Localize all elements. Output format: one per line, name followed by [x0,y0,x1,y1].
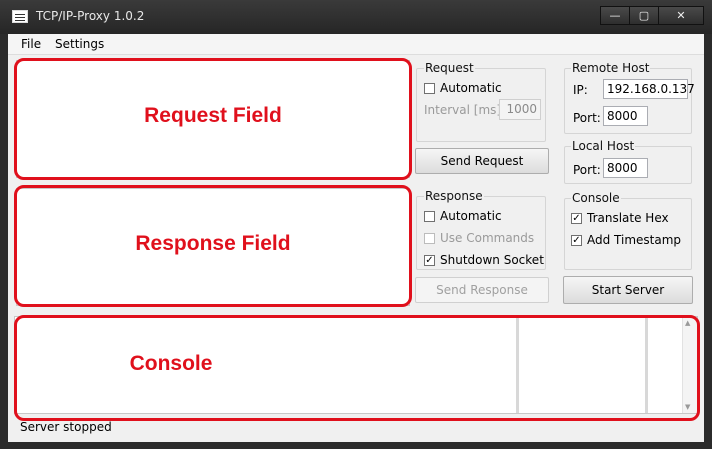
status-text: Server stopped [20,420,112,434]
checkbox-label: Translate Hex [587,211,669,225]
app-window: TCP/IP-Proxy 1.0.2 — ▢ ✕ File Settings R… [0,0,712,449]
checkbox-box [424,232,435,244]
interval-label: Interval [ms]: [424,103,505,117]
title-bar[interactable]: TCP/IP-Proxy 1.0.2 — ▢ ✕ [0,0,712,34]
checkbox-label: Shutdown Socket [440,253,544,267]
remote-port-label: Port: [573,111,601,125]
response-field-annotation: Response Field [135,232,291,255]
minimize-icon[interactable]: — [600,6,630,25]
close-icon[interactable]: ✕ [658,6,704,25]
checkbox-label: Use Commands [440,231,535,245]
ip-input[interactable]: 192.168.0.137 [603,79,695,99]
checkbox-label: Automatic [440,209,502,223]
checkbox-box [424,82,435,94]
console-annotation-text: Console [129,352,213,375]
checkbox-label: Add Timestamp [587,233,682,247]
shutdown-socket-checkbox[interactable]: ✓ Shutdown Socket [424,253,544,267]
menu-settings[interactable]: Settings [55,37,104,51]
response-group-title: Response [424,189,484,203]
checkbox-label: Automatic [440,81,502,95]
menu-bar: File Settings [8,34,704,55]
request-group-title: Request [424,61,475,75]
window-title: TCP/IP-Proxy 1.0.2 [36,9,145,23]
menu-file[interactable]: File [21,37,41,51]
response-automatic-checkbox[interactable]: Automatic [424,209,502,223]
console-annotation: Console [14,352,700,376]
start-server-button[interactable]: Start Server [563,276,693,304]
add-timestamp-checkbox[interactable]: ✓ Add Timestamp [571,233,681,247]
request-automatic-checkbox[interactable]: Automatic [424,81,502,95]
local-port-input[interactable]: 8000 [603,158,648,178]
console-settings-title: Console [571,191,621,205]
send-request-button[interactable]: Send Request [415,148,549,174]
ip-label: IP: [573,83,588,97]
interval-label-text: Interval [ms]: [424,103,506,117]
send-response-button[interactable]: Send Response [415,277,549,303]
check-icon: ✓ [571,212,582,224]
translate-hex-checkbox[interactable]: ✓ Translate Hex [571,211,669,225]
check-icon: ✓ [571,234,582,246]
maximize-icon[interactable]: ▢ [629,6,659,25]
interval-input[interactable]: 1000 [499,99,541,120]
local-host-title: Local Host [571,139,636,153]
use-commands-checkbox[interactable]: Use Commands [424,231,534,245]
check-icon: ✓ [424,254,435,266]
window-controls: — ▢ ✕ [600,6,704,25]
checkbox-box [424,210,435,222]
request-field-annotation: Request Field [144,104,282,127]
local-port-label: Port: [573,163,601,177]
remote-host-title: Remote Host [571,61,651,75]
app-icon [12,10,28,23]
remote-port-input[interactable]: 8000 [603,106,648,126]
